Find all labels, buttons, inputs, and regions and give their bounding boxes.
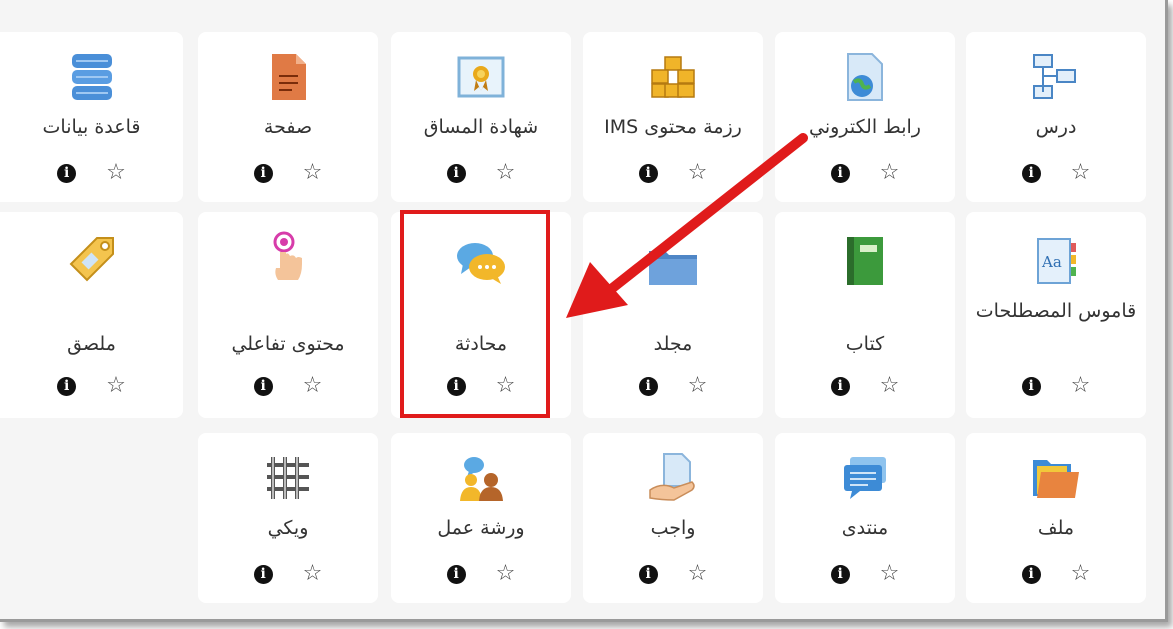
annotation-arrow [566, 133, 808, 318]
activity-chooser: قاعدة بيانات i ☆ صفحة i ☆ شهادة المساق i ☆ … [0, 0, 1168, 622]
